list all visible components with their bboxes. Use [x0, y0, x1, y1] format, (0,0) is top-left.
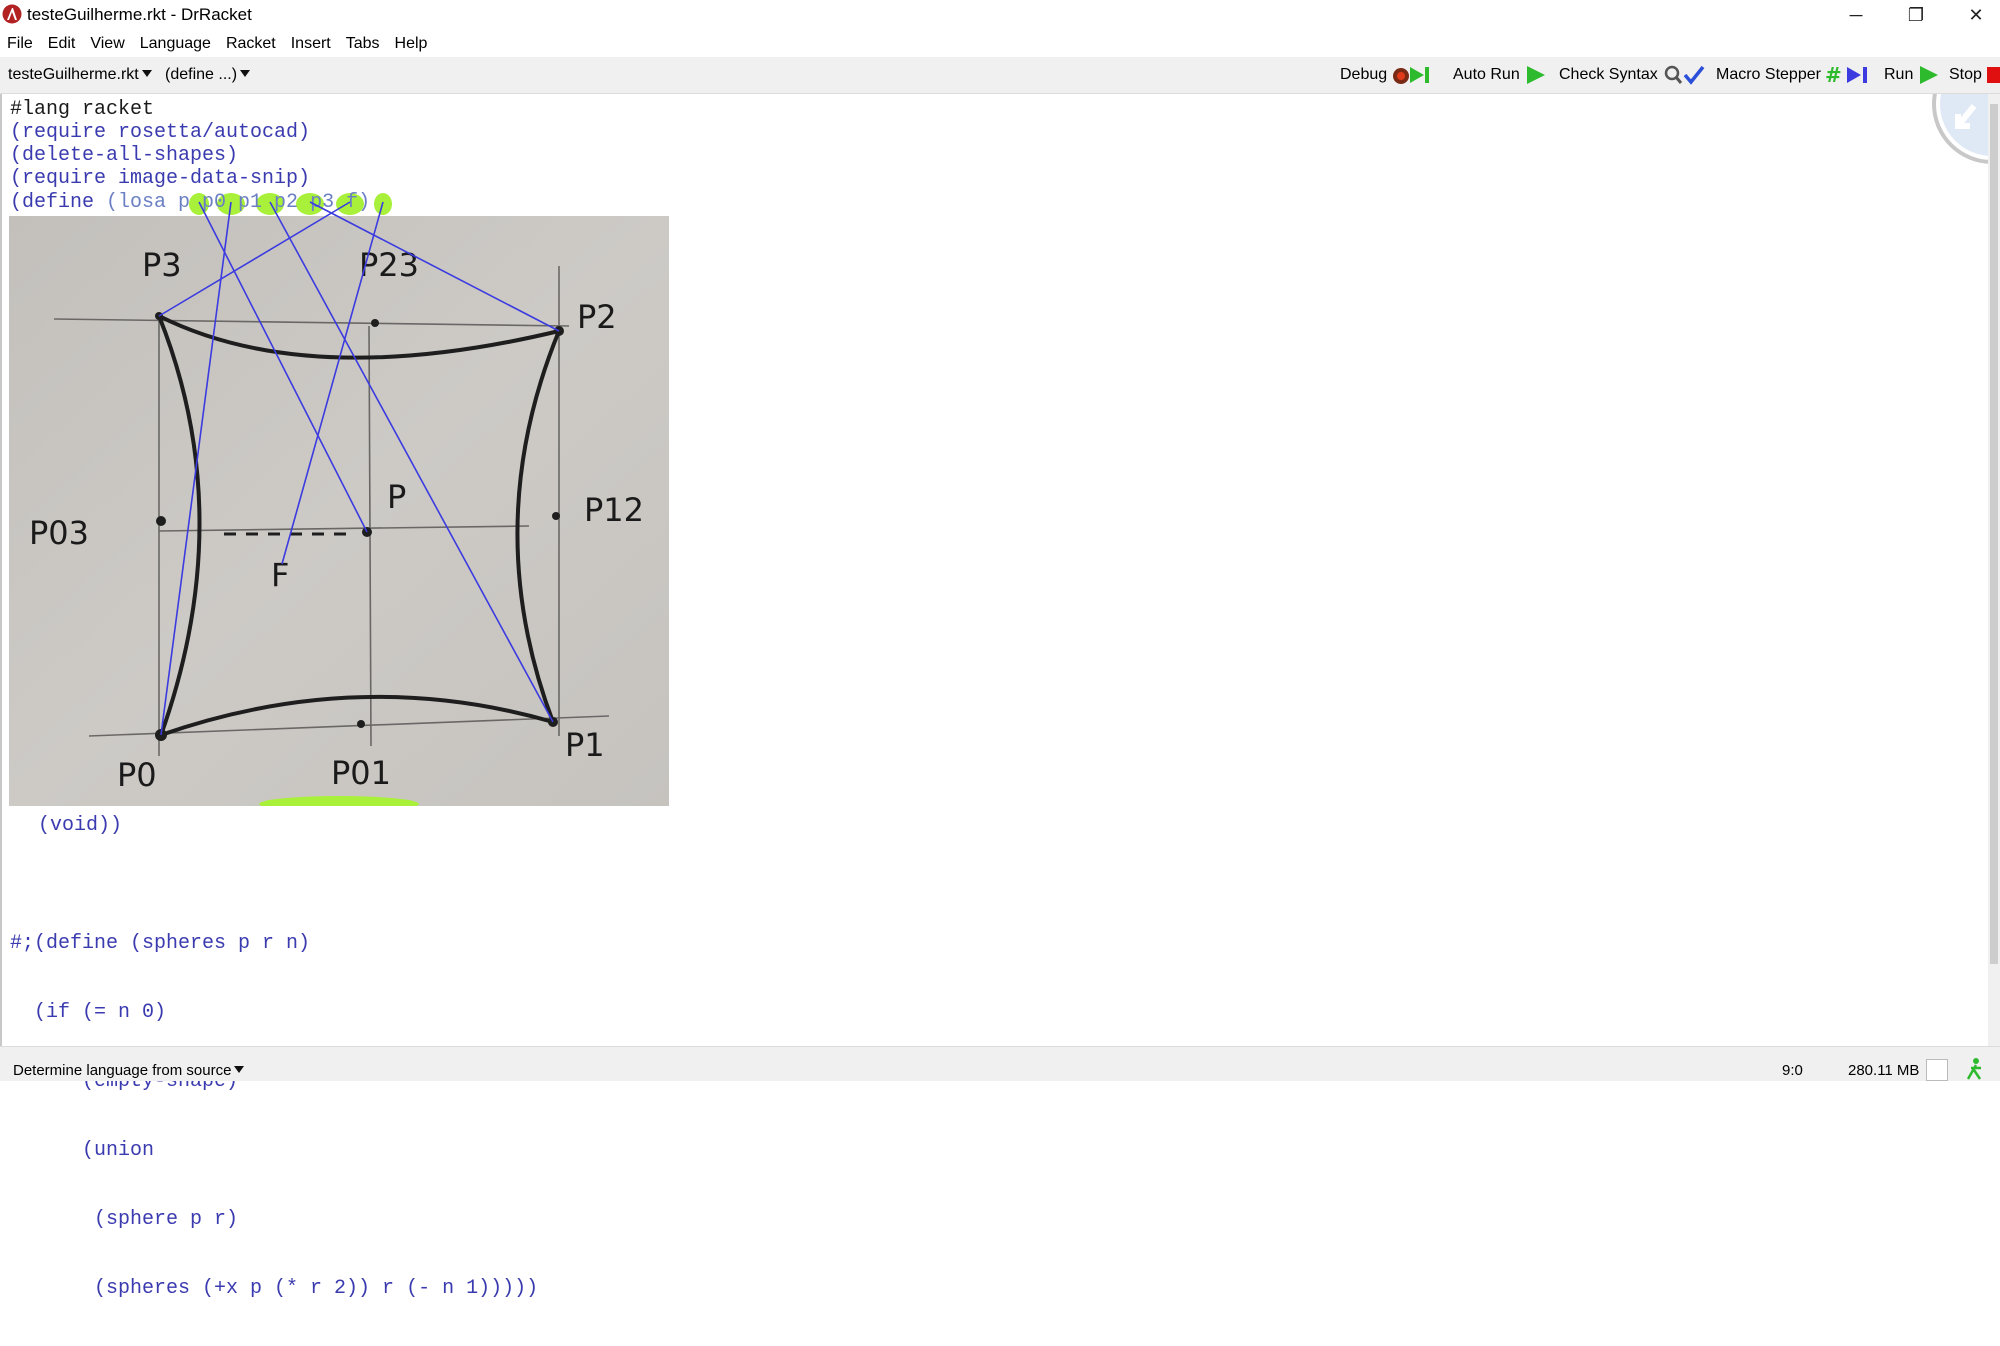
code-line: (if (= n 0): [10, 1001, 167, 1024]
minimize-button[interactable]: ─: [1826, 0, 1886, 31]
memory-usage: 280.11 MB: [1848, 1062, 1920, 1079]
debug-button[interactable]: Debug: [1340, 63, 1431, 87]
chevron-down-icon: [240, 70, 251, 77]
maximize-button[interactable]: ❐: [1886, 0, 1946, 31]
code-line: (sphere p r): [10, 1208, 239, 1231]
menu-help[interactable]: Help: [388, 35, 436, 53]
check-syntax-label: Check Syntax: [1559, 66, 1658, 83]
arrow-bubble-icon: [1932, 94, 1990, 164]
arrow-lines: [158, 201, 560, 736]
run-icon: [1920, 66, 1939, 84]
debug-icon: [1393, 67, 1430, 84]
code-block-spheres: #;(define (spheres p r n) (if (= n 0) (e…: [10, 886, 538, 1346]
code-line: #;(define (spheres p r n): [10, 932, 538, 955]
status-bar: Determine language from source 9:0 280.1…: [0, 1046, 2000, 1081]
macro-stepper-button[interactable]: Macro Stepper #: [1716, 63, 1871, 87]
magnifier-check-icon: [1664, 65, 1705, 85]
menu-file[interactable]: File: [0, 35, 41, 53]
title-bar: testeGuilherme.rkt - DrRacket ─ ❐ ✕: [0, 0, 2000, 31]
language-label: Determine language from source: [13, 1062, 232, 1079]
menu-racket[interactable]: Racket: [219, 35, 284, 53]
running-man-icon: [1966, 1058, 1982, 1080]
code-line-void: (void)): [38, 814, 122, 837]
code-line: (spheres (+x p (* r 2)) r (- n 1))))): [10, 1277, 539, 1300]
run-label: Run: [1884, 66, 1914, 83]
stop-button[interactable]: Stop: [1949, 63, 2000, 87]
language-selector[interactable]: Determine language from source: [13, 1062, 245, 1079]
scrollbar-thumb[interactable]: [1990, 104, 1998, 964]
file-selector[interactable]: testeGuilherme.rkt: [8, 66, 152, 84]
close-button[interactable]: ✕: [1946, 0, 2000, 31]
gc-indicator: [1926, 1059, 1948, 1081]
drracket-logo-icon: [2, 4, 22, 24]
vertical-scrollbar[interactable]: [1988, 94, 2000, 1046]
svg-text:#: #: [1825, 64, 1842, 86]
menu-tabs[interactable]: Tabs: [339, 35, 388, 53]
play-icon: [1526, 66, 1545, 84]
definitions-editor[interactable]: #lang racket (require rosetta/autocad) (…: [0, 94, 1990, 1300]
debug-label: Debug: [1340, 66, 1388, 83]
spheres-define-line: #;(define (spheres p r n): [10, 932, 311, 955]
auto-run-label: Auto Run: [1453, 66, 1520, 83]
menu-bar: File Edit View Language Racket Insert Ta…: [0, 31, 2000, 57]
code-line: (union: [10, 1139, 155, 1162]
chevron-down-icon: [141, 70, 152, 77]
check-syntax-button[interactable]: Check Syntax: [1559, 63, 1706, 87]
run-button[interactable]: Run: [1884, 63, 1941, 87]
binding-arrows: [158, 201, 560, 736]
menu-insert[interactable]: Insert: [284, 35, 339, 53]
macro-stepper-label: Macro Stepper: [1716, 66, 1821, 83]
window-title: testeGuilherme.rkt - DrRacket: [27, 5, 252, 24]
stop-icon: [1986, 67, 2000, 83]
menu-language[interactable]: Language: [133, 35, 219, 53]
cursor-position: 9:0: [1782, 1062, 1803, 1079]
chevron-down-icon: [234, 1066, 245, 1073]
menu-edit[interactable]: Edit: [41, 35, 84, 53]
void-text: (void)): [38, 814, 123, 837]
macro-stepper-icon: #: [1825, 64, 1867, 86]
stop-label: Stop: [1949, 66, 1982, 83]
file-selector-label: testeGuilherme.rkt: [8, 66, 139, 83]
toolbar: testeGuilherme.rkt (define ...) Debug Au…: [0, 57, 2000, 94]
auto-run-button[interactable]: Auto Run: [1453, 63, 1548, 87]
menu-view[interactable]: View: [83, 35, 132, 53]
define-selector-label: (define ...): [165, 66, 238, 83]
define-selector[interactable]: (define ...): [165, 66, 251, 84]
